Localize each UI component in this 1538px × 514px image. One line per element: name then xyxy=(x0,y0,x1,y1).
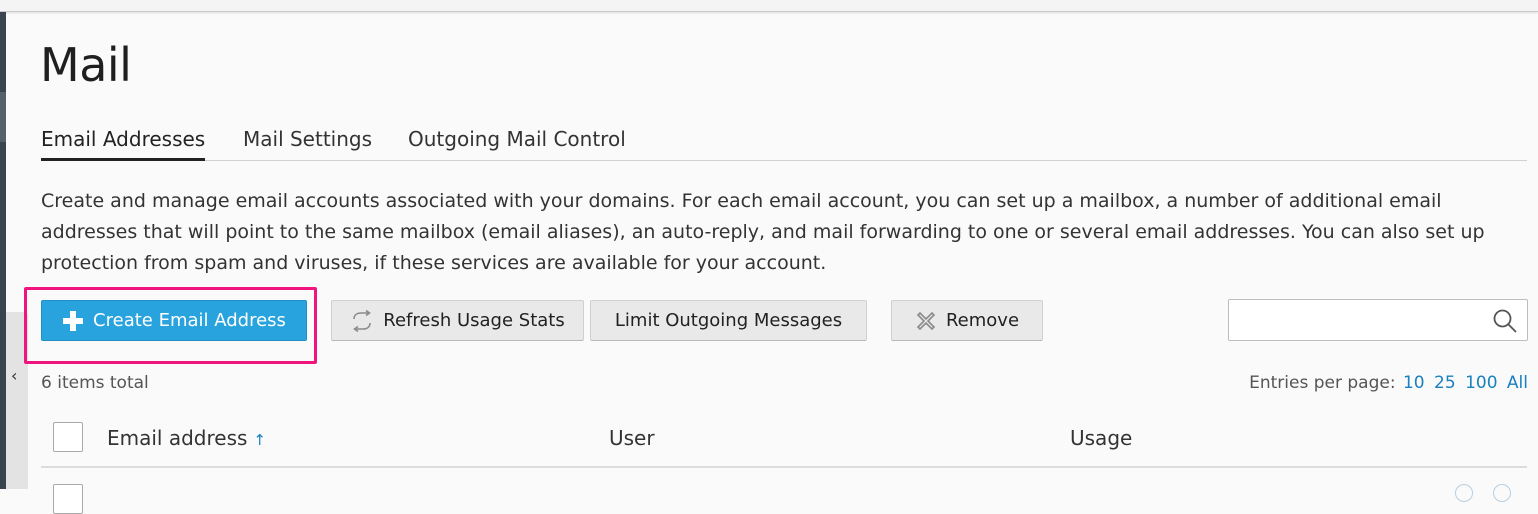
search-field[interactable] xyxy=(1228,299,1528,341)
remove-x-icon xyxy=(915,310,937,332)
page-size-100[interactable]: 100 xyxy=(1465,373,1497,393)
search-input[interactable] xyxy=(1229,300,1487,340)
search-icon[interactable] xyxy=(1492,308,1518,338)
column-email-address-label: Email address xyxy=(107,426,248,450)
tab-bar: Email Addresses Mail Settings Outgoing M… xyxy=(41,124,1527,161)
column-usage[interactable]: Usage xyxy=(1070,426,1132,450)
tab-email-addresses[interactable]: Email Addresses xyxy=(41,127,206,161)
page-description: Create and manage email accounts associa… xyxy=(41,190,1485,274)
page-title: Mail xyxy=(40,38,132,92)
remove-button[interactable]: Remove xyxy=(891,300,1043,341)
nav-indicator xyxy=(0,92,6,142)
refresh-usage-stats-label: Refresh Usage Stats xyxy=(383,310,565,331)
page-size-25[interactable]: 25 xyxy=(1434,373,1456,393)
tab-mail-settings[interactable]: Mail Settings xyxy=(243,127,372,161)
entries-per-page: Entries per page: 10 25 100 All xyxy=(1249,373,1528,393)
chevron-left-icon: ‹ xyxy=(11,366,18,385)
row-action-icon[interactable] xyxy=(1455,484,1473,502)
refresh-icon xyxy=(350,309,374,332)
page-size-all[interactable]: All xyxy=(1507,373,1528,393)
remove-label: Remove xyxy=(945,310,1020,331)
table-row xyxy=(41,470,1527,514)
items-total: 6 items total xyxy=(41,373,149,393)
tab-outgoing-mail-control[interactable]: Outgoing Mail Control xyxy=(408,127,626,161)
top-bar xyxy=(0,0,1538,12)
limit-outgoing-messages-button[interactable]: Limit Outgoing Messages xyxy=(590,300,867,341)
column-email-address[interactable]: Email address ↑ xyxy=(107,426,266,450)
table-header: Email address ↑ User Usage xyxy=(41,412,1527,468)
refresh-usage-stats-button[interactable]: Refresh Usage Stats xyxy=(331,300,584,341)
row-action-icon[interactable] xyxy=(1493,484,1511,502)
entries-per-page-label: Entries per page: xyxy=(1249,373,1396,393)
sort-ascending-icon: ↑ xyxy=(253,431,266,449)
select-all-checkbox[interactable] xyxy=(53,422,83,452)
page-size-10[interactable]: 10 xyxy=(1403,373,1425,393)
column-user[interactable]: User xyxy=(609,426,655,450)
create-email-address-label: Create Email Address xyxy=(93,310,286,331)
limit-outgoing-messages-label: Limit Outgoing Messages xyxy=(614,310,843,331)
plus-icon xyxy=(62,310,84,332)
create-email-address-button[interactable]: Create Email Address xyxy=(41,300,307,341)
